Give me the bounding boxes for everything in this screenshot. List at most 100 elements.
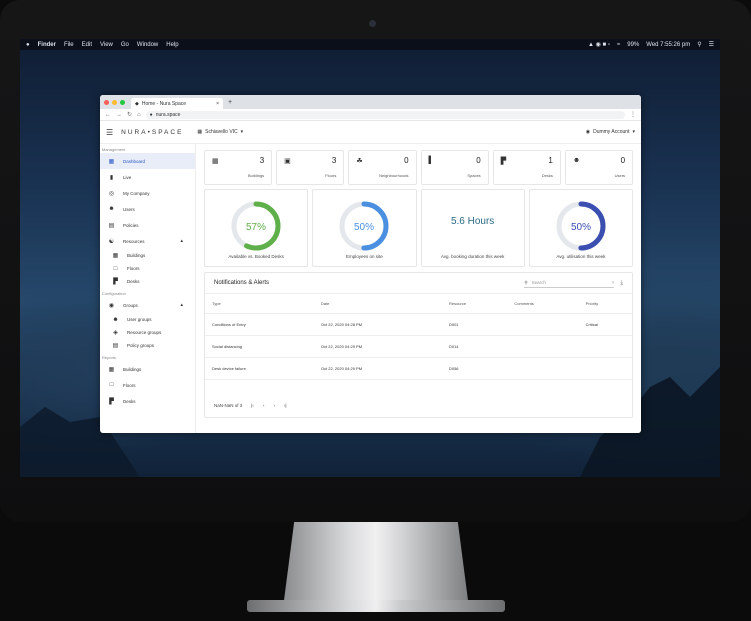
menu-file[interactable]: File [64,42,74,48]
cell-resource: D001 [441,313,508,336]
stat-buildings[interactable]: ▦ 3 Buildings [204,150,273,185]
clock[interactable]: Wed 7:55:26 pm [646,42,690,48]
gauge-label: Employees on site [345,254,383,259]
account-menu[interactable]: ◉ Dummy Account ▾ [586,129,635,135]
users-icon: ☻ [108,206,115,212]
control-center-icon[interactable]: ☰ [709,41,714,48]
table-row[interactable]: Social distancing Oct 22, 2020 04:29 PM … [205,335,632,358]
next-page-icon[interactable]: › [273,403,275,408]
sidebar-item-label: Resource groups [127,330,162,335]
gauge-label: Avg. booking duration this week [440,254,505,259]
groups-icon: ◉ [108,302,115,309]
sidebar-item-label: Policy groups [127,343,155,348]
maximize-window-icon[interactable] [120,100,125,105]
col-type[interactable]: Type [205,294,314,314]
gauge-desk-availability: 57% Available vs. Booked Desks [204,189,309,267]
col-comments[interactable]: Comments [507,294,579,314]
menu-edit[interactable]: Edit [82,42,92,48]
sidebar-item-rep-buildings[interactable]: ▦ Buildings [100,361,195,377]
col-priority[interactable]: Priority [578,294,632,314]
desk-icon: ▛ [109,398,114,405]
menu-icon[interactable]: ☰ [106,128,113,137]
search-input[interactable]: ⚲ Search × [524,278,615,288]
sidebar-item-resource-groups[interactable]: ◈ Resource groups [100,326,195,339]
table-row[interactable]: Desk device failure Oct 22, 2020 04:29 P… [205,357,632,380]
spotlight-icon[interactable]: ⚲ [697,41,701,48]
wifi-icon[interactable]: ≈ [617,42,620,48]
section-management: Management [102,147,126,152]
col-date[interactable]: Date [313,294,442,314]
download-icon[interactable]: ⤓ [620,280,623,287]
stat-neighbourhoods[interactable]: ☘ 0 Neighbourhoods [348,150,417,185]
ring-chart: 57% [231,201,281,251]
stat-value: 0 [476,156,481,165]
sidebar-item-label: Policies [123,222,139,228]
close-tab-icon[interactable]: × [216,101,219,107]
sidebar-item-res-floors[interactable]: □ Floors [100,262,195,275]
back-icon[interactable]: ← [105,112,111,118]
menu-help[interactable]: Help [166,42,178,48]
gauge-utilisation: 50% Avg. utilisation this week [528,189,633,267]
last-page-icon[interactable]: ›| [284,403,287,408]
stat-value: 3 [331,156,337,165]
sidebar-item-dashboard[interactable]: ▦ Dashboard [100,153,195,169]
sidebar-item-policies[interactable]: ▤ Policies [100,217,195,233]
sidebar-item-policy-groups[interactable]: ▤ Policy groups [100,339,195,352]
stat-label: Floors [325,173,337,178]
forward-icon[interactable]: → [116,112,122,118]
menu-view[interactable]: View [100,42,113,48]
home-icon[interactable]: ⌂ [137,112,141,118]
sidebar-item-groups[interactable]: ◉ Groups ▴ [100,297,195,313]
col-resource[interactable]: Resource [441,294,508,314]
battery-percent[interactable]: 99% [627,42,639,48]
apple-icon[interactable]: ● [26,42,30,48]
sidebar-item-res-buildings[interactable]: ▦ Buildings [100,249,195,262]
sidebar-item-label: Users [123,206,135,212]
sidebar-item-label: My Company [123,190,150,196]
sidebar-item-users[interactable]: ☻ Users [100,201,195,217]
stat-floors[interactable]: ▣ 3 Floors [276,150,345,185]
browser-menu-icon[interactable]: ⋮ [630,111,636,118]
chevron-down-icon: ▾ [632,129,635,135]
url-input[interactable]: ● nura.space [145,110,625,119]
menu-finder[interactable]: Finder [38,42,56,48]
favicon-icon: ◆ [135,100,139,107]
sidebar-item-res-desks[interactable]: ▛ Desks [100,275,195,288]
table-row[interactable]: Conditions of Entry Oct 22, 2020 04:28 P… [205,313,632,336]
minimize-window-icon[interactable] [112,100,117,105]
lock-icon: ● [149,111,153,118]
close-window-icon[interactable] [104,100,109,105]
browser-tab[interactable]: ◆ Home - Nura Space × [131,98,223,109]
stat-value: 0 [404,156,409,165]
building-icon: ▦ [197,129,203,135]
prev-page-icon[interactable]: ‹ [263,403,265,408]
new-tab-icon[interactable]: + [228,99,232,106]
sidebar-item-rep-desks[interactable]: ▛ Desks [100,393,195,409]
stat-spaces[interactable]: ▌ 0 Spaces [420,150,489,185]
stat-label: Neighbourhoods [379,173,409,178]
cell-comments [507,335,579,358]
sidebar-item-live[interactable]: ▮ Live [100,169,195,185]
app-logo[interactable]: NURA•SPACE [121,129,183,136]
stat-desks[interactable]: ▛ 1 Desks [492,150,561,185]
sidebar-item-resources[interactable]: ☯ Resources ▴ [100,233,195,249]
cell-priority: Critical [578,313,632,336]
site-selector[interactable]: ▦ Schiavello VIC ▾ [197,129,243,135]
stat-value: 0 [620,156,626,165]
notifications-table: Type Date Resource Comments Priority Con… [205,294,632,380]
gauge-value: 57% [246,222,266,233]
sidebar-item-my-company[interactable]: ◎ My Company [100,185,195,201]
stat-users[interactable]: ☻ 0 Users [564,150,634,185]
address-bar: ← → ↻ ⌂ ● nura.space ⋮ [100,109,641,121]
first-page-icon[interactable]: |‹ [251,403,254,408]
reload-icon[interactable]: ↻ [127,111,132,118]
stats-row: ▦ 3 Buildings ▣ 3 Floors ☘ 0 Neighbourho… [204,150,634,185]
app-header: ☰ NURA•SPACE ▦ Schiavello VIC ▾ ◉ Dummy … [100,121,641,144]
resources-icon: ☯ [108,238,115,245]
menu-window[interactable]: Window [137,42,158,48]
clear-icon[interactable]: × [612,280,615,285]
menu-go[interactable]: Go [121,42,129,48]
sidebar-item-user-groups[interactable]: ☻ User groups [100,313,195,326]
sidebar-item-rep-floors[interactable]: □ Floors [100,377,195,393]
status-icons[interactable]: ▲ ◉ ■ ▫ [588,41,610,48]
